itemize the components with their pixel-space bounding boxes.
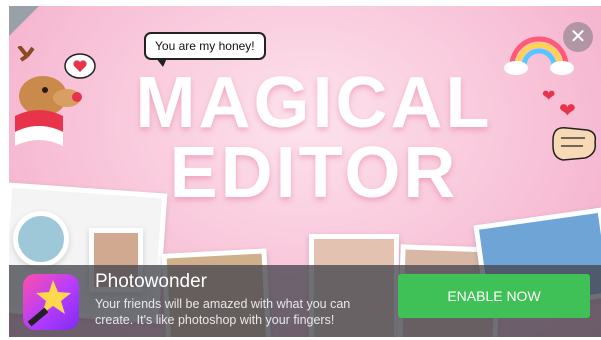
enable-now-button[interactable]: ENABLE NOW (398, 274, 590, 318)
speech-bubble: You are my honey! (144, 32, 266, 67)
app-info-bar[interactable]: Photowonder Your friends will be amazed … (9, 265, 601, 337)
close-icon[interactable]: ✕ (570, 26, 587, 48)
ad-banner[interactable]: ❤ ❤ You are my honey! MAGICAL EDITOR AD … (9, 6, 601, 337)
close-button[interactable]: ✕ (563, 22, 593, 52)
collage-photo (13, 211, 69, 267)
app-description: Your friends will be amazed with what yo… (95, 297, 351, 327)
headline-line-2: EDITOR (169, 133, 459, 213)
ad-badge: AD (9, 6, 39, 36)
finger-heart-hand-sticker (552, 127, 597, 161)
photowonder-wand-icon[interactable] (23, 274, 79, 330)
app-name: Photowonder (95, 271, 207, 292)
